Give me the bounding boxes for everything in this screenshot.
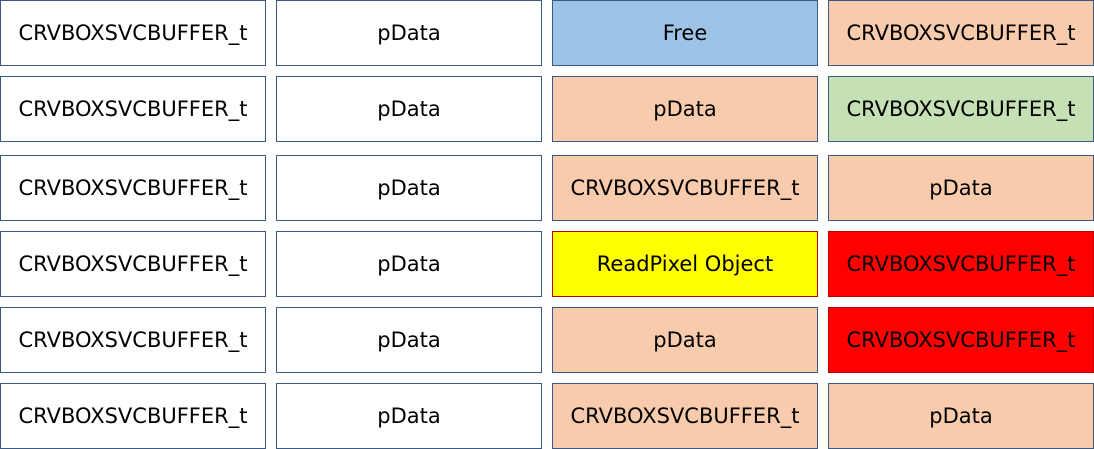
struct-cell: CRVBOXSVCBUFFER_t (0, 76, 266, 142)
pdata-cell: pData (828, 155, 1094, 221)
struct-cell: CRVBOXSVCBUFFER_t (828, 76, 1094, 142)
struct-cell: CRVBOXSVCBUFFER_t (0, 155, 266, 221)
struct-cell-highlight: CRVBOXSVCBUFFER_t (828, 231, 1094, 297)
struct-cell: CRVBOXSVCBUFFER_t (0, 231, 266, 297)
pdata-cell: pData (276, 383, 542, 449)
free-cell: Free (552, 0, 818, 66)
pdata-cell: pData (276, 307, 542, 373)
pdata-cell: pData (552, 76, 818, 142)
pdata-cell: pData (828, 383, 1094, 449)
struct-cell: CRVBOXSVCBUFFER_t (828, 0, 1094, 66)
struct-cell: CRVBOXSVCBUFFER_t (552, 383, 818, 449)
pdata-cell: pData (552, 307, 818, 373)
memory-layout-grid: CRVBOXSVCBUFFER_t pData Free CRVBOXSVCBU… (0, 0, 1094, 449)
struct-cell: CRVBOXSVCBUFFER_t (0, 383, 266, 449)
pdata-cell: pData (276, 155, 542, 221)
struct-cell: CRVBOXSVCBUFFER_t (0, 307, 266, 373)
struct-cell-highlight: CRVBOXSVCBUFFER_t (828, 307, 1094, 373)
struct-cell: CRVBOXSVCBUFFER_t (0, 0, 266, 66)
struct-cell: CRVBOXSVCBUFFER_t (552, 155, 818, 221)
pdata-cell: pData (276, 0, 542, 66)
readpixel-object-cell: ReadPixel Object (552, 231, 818, 297)
pdata-cell: pData (276, 76, 542, 142)
pdata-cell: pData (276, 231, 542, 297)
